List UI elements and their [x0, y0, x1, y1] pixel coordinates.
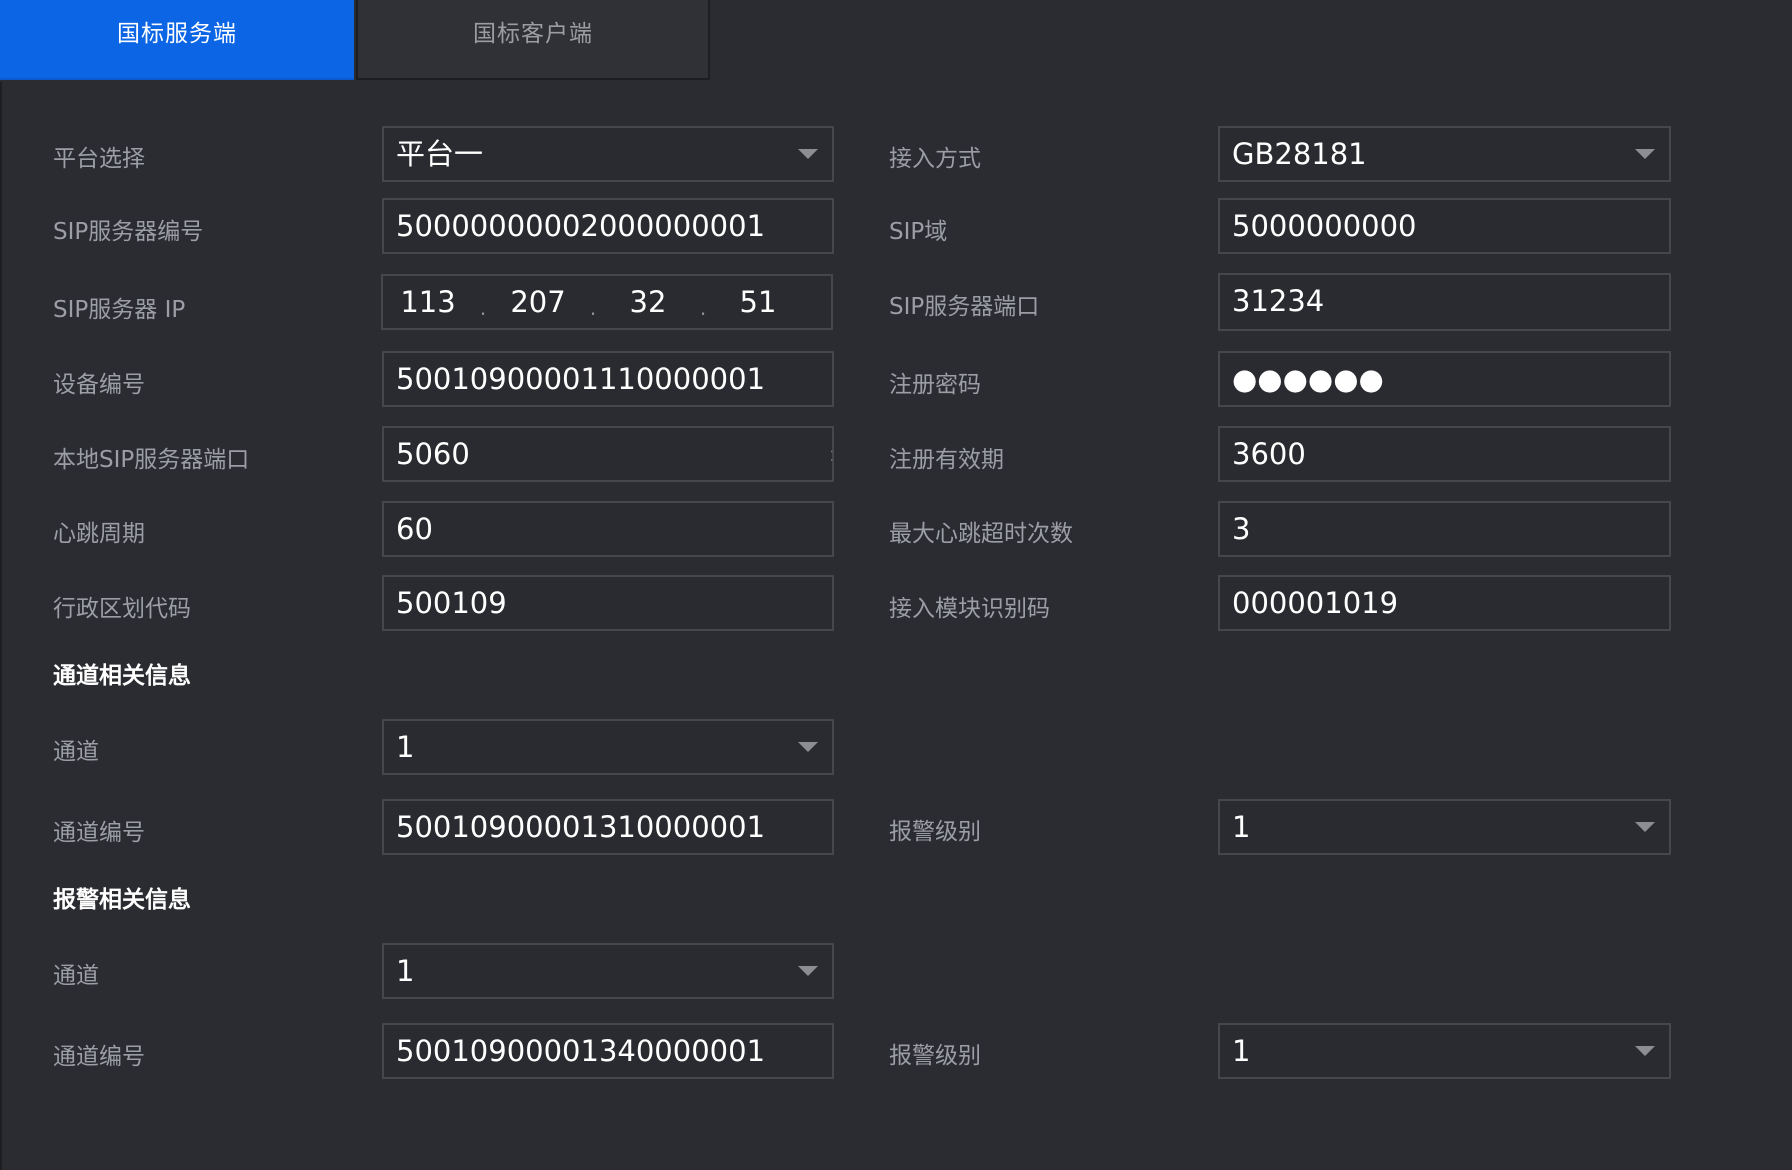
- alarm-section-title: 报警相关信息: [53, 887, 191, 913]
- chevron-down-icon: [798, 742, 818, 752]
- region-code-input[interactable]: 500109: [382, 575, 834, 631]
- sip-server-id-input[interactable]: 50000000002000000001: [382, 198, 834, 254]
- access-module-id-label: 接入模块识别码: [889, 596, 1050, 622]
- alarm-level-dropdown[interactable]: 1: [1218, 799, 1671, 855]
- chevron-down-icon: [1635, 149, 1655, 159]
- heartbeat-period-input[interactable]: 60: [382, 501, 834, 557]
- sip-server-ip-input: 113 . 207 . 32 . 51: [381, 274, 833, 330]
- max-heartbeat-timeouts-input[interactable]: 3: [1218, 501, 1671, 557]
- chevron-down-icon: [798, 149, 818, 159]
- alarm-alarm-level-value: 1: [1232, 1034, 1251, 1068]
- channel-value: 1: [396, 730, 415, 764]
- sip-server-port-input[interactable]: 31234: [1218, 273, 1671, 331]
- device-id-input[interactable]: 50010900001110000001: [382, 351, 834, 407]
- tab-gb-client[interactable]: 国标客户端: [356, 0, 710, 80]
- platform-select-value: 平台一: [396, 137, 484, 171]
- resize-grip-icon: ⁚: [829, 449, 834, 465]
- heartbeat-period-label: 心跳周期: [53, 521, 145, 547]
- sip-domain-label: SIP域: [889, 219, 948, 245]
- channel-section-title: 通道相关信息: [53, 663, 191, 689]
- region-code-label: 行政区划代码: [53, 596, 191, 622]
- register-validity-label: 注册有效期: [889, 447, 1004, 473]
- ip-octet-2[interactable]: 207: [493, 276, 583, 328]
- ip-octet-4[interactable]: 51: [713, 276, 803, 328]
- channel-id-input[interactable]: 50010900001310000001: [382, 799, 834, 855]
- alarm-alarm-level-dropdown[interactable]: 1: [1218, 1023, 1671, 1079]
- chevron-down-icon: [1635, 822, 1655, 832]
- ip-dot: .: [479, 296, 487, 320]
- alarm-channel-dropdown[interactable]: 1: [382, 943, 834, 999]
- platform-select-dropdown[interactable]: 平台一: [382, 126, 834, 182]
- alarm-level-label: 报警级别: [889, 819, 981, 845]
- local-sip-port-value: 5060: [396, 437, 470, 471]
- alarm-channel-value: 1: [396, 954, 415, 988]
- max-heartbeat-timeouts-label: 最大心跳超时次数: [889, 521, 1073, 547]
- ip-octet-1[interactable]: 113: [383, 276, 473, 328]
- channel-label: 通道: [53, 739, 99, 765]
- access-mode-label: 接入方式: [889, 146, 981, 172]
- sip-domain-input[interactable]: 5000000000: [1218, 198, 1671, 254]
- platform-select-label: 平台选择: [53, 146, 145, 172]
- register-password-label: 注册密码: [889, 372, 981, 398]
- alarm-level-value: 1: [1232, 810, 1251, 844]
- register-validity-input[interactable]: 3600: [1218, 426, 1671, 482]
- tab-bar: 国标服务端 国标客户端: [0, 0, 710, 82]
- access-mode-dropdown[interactable]: GB28181: [1218, 126, 1671, 182]
- sip-server-id-label: SIP服务器编号: [53, 219, 204, 245]
- device-id-label: 设备编号: [53, 372, 145, 398]
- access-mode-value: GB28181: [1232, 137, 1367, 171]
- chevron-down-icon: [1635, 1046, 1655, 1056]
- channel-id-label: 通道编号: [53, 820, 145, 846]
- chevron-down-icon: [798, 966, 818, 976]
- sip-server-port-label: SIP服务器端口: [889, 294, 1040, 320]
- alarm-channel-id-label: 通道编号: [53, 1044, 145, 1070]
- alarm-alarm-level-label: 报警级别: [889, 1043, 981, 1069]
- ip-dot: .: [699, 296, 707, 320]
- alarm-channel-label: 通道: [53, 963, 99, 989]
- register-password-input[interactable]: ●●●●●●: [1218, 351, 1671, 407]
- ip-octet-3[interactable]: 32: [603, 276, 693, 328]
- left-border: [0, 82, 2, 1170]
- local-sip-port-label: 本地SIP服务器端口: [53, 447, 250, 473]
- local-sip-port-input[interactable]: 5060 ⁚: [382, 426, 834, 482]
- sip-server-ip-label: SIP服务器 IP: [53, 297, 186, 323]
- access-module-id-input[interactable]: 000001019: [1218, 575, 1671, 631]
- ip-dot: .: [589, 296, 597, 320]
- channel-dropdown[interactable]: 1: [382, 719, 834, 775]
- gb-config-page: 国标服务端 国标客户端 平台选择 SIP服务器编号 SIP服务器 IP 设备编号…: [0, 0, 1792, 1170]
- tab-gb-server[interactable]: 国标服务端: [0, 0, 354, 80]
- alarm-channel-id-input[interactable]: 50010900001340000001: [382, 1023, 834, 1079]
